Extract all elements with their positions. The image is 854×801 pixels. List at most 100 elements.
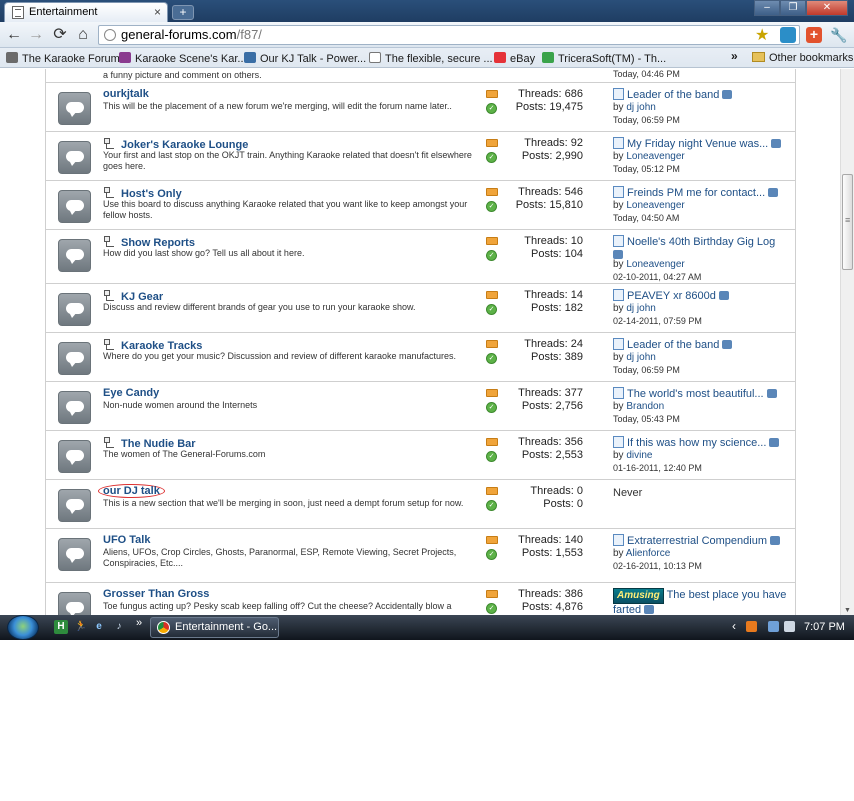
last-post-user[interactable]: dj john (626, 102, 655, 113)
new-tab-button[interactable]: + (172, 5, 194, 20)
last-post-title-cont[interactable]: farted (613, 604, 641, 615)
go-to-last-post-icon[interactable] (769, 438, 780, 447)
forum-title-link[interactable]: ourkjtalk (103, 88, 149, 100)
quicklaunch-ie-icon[interactable]: e (92, 620, 106, 634)
last-post-user[interactable]: Loneavenger (626, 151, 684, 162)
forward-arrow-icon[interactable]: → (26, 25, 46, 45)
last-post-user[interactable]: dj john (626, 303, 655, 314)
go-to-last-post-icon[interactable] (766, 389, 777, 398)
back-arrow-icon[interactable]: ← (4, 25, 24, 45)
bookmark-item[interactable]: TriceraSoft(TM) - Th... (542, 52, 666, 65)
rss-feed-icon[interactable] (486, 139, 498, 147)
rss-feed-icon[interactable] (486, 90, 498, 98)
bookmark-item[interactable]: The Karaoke Forum (6, 52, 120, 65)
forum-title[interactable]: ourkjtalk (103, 88, 149, 100)
forum-title[interactable]: Karaoke Tracks (103, 338, 202, 352)
tray-expand-arrow[interactable]: ‹ (732, 619, 736, 633)
forum-title-link[interactable]: UFO Talk (103, 534, 150, 546)
start-button[interactable] (7, 615, 39, 640)
scroll-down-arrow-icon[interactable]: ▼ (844, 607, 851, 614)
last-post-user[interactable]: Loneavenger (626, 200, 684, 211)
browser-tab[interactable]: Entertainment × (4, 2, 168, 22)
rss-feed-icon[interactable] (486, 389, 498, 397)
go-to-last-post-icon[interactable] (768, 188, 779, 197)
window-close-button[interactable]: ✕ (806, 0, 848, 16)
tricerasoft-icon (542, 52, 554, 63)
last-post-title[interactable]: The world's most beautiful... (627, 388, 764, 400)
last-post-title[interactable]: Extraterrestrial Compendium (627, 535, 767, 547)
forum-title[interactable]: Show Reports (103, 235, 195, 249)
go-to-last-post-icon[interactable] (722, 340, 733, 349)
rss-feed-icon[interactable] (486, 340, 498, 348)
rss-feed-icon[interactable] (486, 590, 498, 598)
rss-feed-icon[interactable] (486, 237, 498, 245)
forum-title[interactable]: UFO Talk (103, 534, 150, 546)
forum-title[interactable]: our DJ talk (98, 484, 165, 498)
go-to-last-post-icon[interactable] (770, 536, 780, 545)
forum-title[interactable]: Host's Only (103, 186, 182, 200)
forum-title-link[interactable]: Eye Candy (103, 387, 159, 399)
extension-plus-icon[interactable]: + (806, 27, 822, 43)
last-post-user[interactable]: Brandon (626, 401, 664, 412)
network-icon[interactable] (768, 621, 779, 632)
last-post-user[interactable]: Loneavenger (626, 259, 684, 270)
rss-feed-icon[interactable] (486, 188, 498, 196)
rss-feed-icon[interactable] (486, 487, 498, 495)
last-post-title[interactable]: Noelle's 40th Birthday Gig Log (627, 236, 775, 248)
taskbar-chrome-window[interactable]: Entertainment - Go... (150, 617, 279, 638)
quicklaunch-overflow-chevron[interactable]: » (136, 617, 142, 629)
rss-feed-icon[interactable] (486, 291, 498, 299)
reload-icon[interactable]: ⟳ (50, 25, 70, 45)
quicklaunch-app-icon[interactable]: H (54, 620, 68, 634)
go-to-last-post-icon[interactable] (722, 90, 733, 99)
forum-status-icon (58, 239, 91, 272)
last-post-title[interactable]: Leader of the band (627, 89, 719, 101)
last-post-user[interactable]: divine (626, 450, 652, 461)
go-to-last-post-icon[interactable] (718, 291, 729, 300)
address-bar[interactable]: general-forums.com/f87/ (98, 25, 800, 45)
volume-icon[interactable] (784, 621, 795, 632)
last-post: The world's most beautiful... by Brandon T… (613, 387, 793, 425)
last-post-date: 02-14-2011, 07:59 PM (613, 316, 702, 326)
forum-title[interactable]: KJ Gear (103, 289, 163, 303)
bookmark-item[interactable]: Our KJ Talk - Power... (244, 52, 366, 65)
last-post-title[interactable]: Freinds PM me for contact... (627, 187, 765, 199)
karaoke-scene-icon (119, 52, 131, 63)
last-post-user[interactable]: Alienforce (626, 548, 670, 559)
last-post-title[interactable]: My Friday night Venue was... (627, 138, 768, 150)
tray-app-icon[interactable] (746, 621, 757, 632)
extension-skype-icon[interactable] (780, 27, 796, 43)
last-post-title[interactable]: PEAVEY xr 8600d (627, 290, 716, 302)
forum-title[interactable]: Eye Candy (103, 387, 159, 399)
home-icon[interactable]: ⌂ (73, 25, 93, 45)
scrollbar-thumb[interactable] (842, 174, 853, 270)
last-post-user[interactable]: dj john (626, 352, 655, 363)
forum-title-link[interactable]: Grosser Than Gross (103, 588, 209, 600)
forum-title-link[interactable]: our DJ talk (98, 484, 165, 498)
page-scrollbar[interactable]: ▼ (840, 69, 854, 615)
forum-title[interactable]: Joker's Karaoke Lounge (103, 137, 248, 151)
forum-title[interactable]: The Nudie Bar (103, 436, 196, 450)
go-to-last-post-icon[interactable] (771, 139, 782, 148)
tab-close-icon[interactable]: × (154, 5, 161, 19)
last-post-title[interactable]: Leader of the band (627, 339, 719, 351)
minimize-button[interactable]: – (754, 0, 780, 16)
bookmark-item[interactable]: The flexible, secure ... (369, 52, 493, 65)
quicklaunch-media-icon[interactable]: ♪ (112, 620, 126, 634)
bookmark-item[interactable]: eBay (494, 52, 535, 65)
clock[interactable]: 7:07 PM (804, 621, 845, 633)
last-post-title[interactable]: If this was how my science... (627, 437, 766, 449)
wrench-menu-icon[interactable]: 🔧 (830, 27, 847, 43)
go-to-last-post-icon[interactable] (613, 250, 623, 259)
bookmark-star-icon[interactable]: ★ (755, 25, 769, 45)
bookmark-item[interactable]: Karaoke Scene's Kar... (119, 52, 247, 65)
forum-title[interactable]: Grosser Than Gross (103, 588, 209, 600)
other-bookmarks[interactable]: Other bookmarks (752, 52, 853, 64)
maximize-button[interactable]: ❐ (780, 0, 806, 16)
go-to-last-post-icon[interactable] (644, 605, 655, 614)
rss-feed-icon[interactable] (486, 438, 498, 446)
bookmarks-overflow-chevron[interactable]: » (731, 49, 738, 63)
quicklaunch-runner-icon[interactable]: 🏃 (74, 620, 88, 634)
rss-feed-icon[interactable] (486, 536, 498, 544)
last-post-title[interactable]: The best place you have (667, 589, 787, 601)
